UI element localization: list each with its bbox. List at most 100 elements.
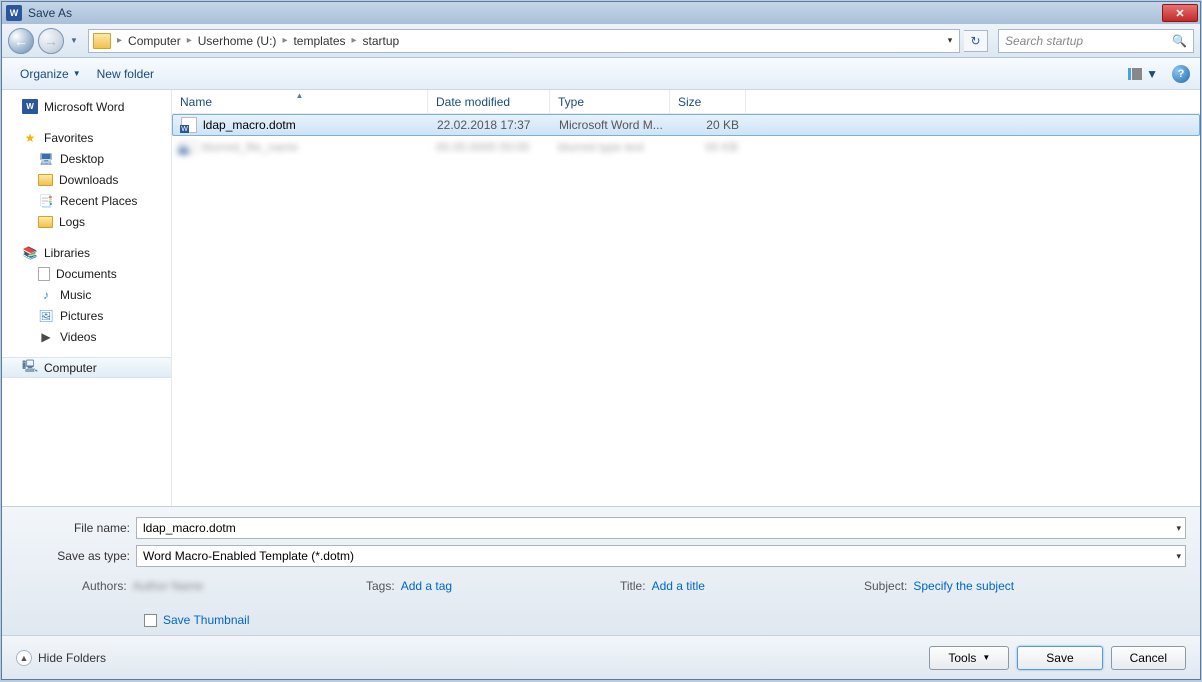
saveastype-label: Save as type: [16, 549, 130, 563]
filename-label: File name: [16, 521, 130, 535]
music-icon: ♪ [38, 287, 54, 302]
save-thumbnail-checkbox[interactable] [144, 614, 157, 627]
sidebar-item-music[interactable]: ♪ Music [2, 284, 171, 305]
search-placeholder: Search startup [1005, 34, 1172, 48]
sidebar-item-computer[interactable]: 🖳 Computer [2, 357, 171, 378]
saveastype-select[interactable]: Word Macro-Enabled Template (*.dotm) ▾ [136, 545, 1186, 567]
column-size[interactable]: Size [670, 90, 746, 113]
sidebar-item-recent[interactable]: 📑 Recent Places [2, 190, 171, 211]
filename-input[interactable]: ldap_macro.dotm ▾ [136, 517, 1186, 539]
new-folder-button[interactable]: New folder [89, 63, 162, 85]
word-app-icon: W [6, 5, 22, 21]
sidebar-item-desktop[interactable]: 🖥 Desktop [2, 148, 171, 169]
column-date[interactable]: Date modified [428, 90, 550, 113]
sidebar-item-videos[interactable]: ▶ Videos [2, 326, 171, 347]
save-button[interactable]: Save [1017, 646, 1102, 670]
close-button[interactable]: ✕ [1162, 4, 1198, 22]
chevron-right-icon[interactable]: ▸ [115, 35, 124, 46]
file-rows: ldap_macro.dotm 22.02.2018 17:37 Microso… [172, 114, 1200, 506]
sidebar-item-downloads[interactable]: Downloads [2, 169, 171, 190]
bottom-panel: File name: ldap_macro.dotm ▾ Save as typ… [2, 506, 1200, 635]
chevron-right-icon[interactable]: ▸ [350, 35, 359, 46]
authors-value[interactable]: Author Name [133, 579, 204, 593]
window-title: Save As [28, 6, 1162, 20]
dropdown-arrow-icon[interactable]: ▾ [1176, 551, 1181, 562]
hide-folders-button[interactable]: ▲ Hide Folders [16, 650, 106, 666]
sidebar-item-libraries[interactable]: 📚 Libraries [2, 242, 171, 263]
pictures-icon: 🖼 [38, 308, 54, 323]
file-size: 20 KB [671, 118, 747, 132]
folder-icon [93, 33, 111, 49]
sidebar-item-logs[interactable]: Logs [2, 211, 171, 232]
search-input[interactable]: Search startup 🔍 [998, 29, 1194, 53]
search-icon: 🔍 [1172, 34, 1187, 48]
dropdown-arrow-icon: ▼ [73, 69, 81, 78]
cancel-button[interactable]: Cancel [1111, 646, 1186, 670]
tags-value[interactable]: Add a tag [401, 579, 452, 593]
breadcrumb-startup[interactable]: startup [359, 34, 404, 48]
desktop-icon: 🖥 [38, 151, 54, 166]
libraries-icon: 📚 [22, 245, 38, 260]
folder-icon [38, 216, 53, 228]
sidebar-item-favorites[interactable]: ★ Favorites [2, 127, 171, 148]
subject-value[interactable]: Specify the subject [913, 579, 1014, 593]
history-dropdown[interactable]: ▼ [68, 28, 80, 54]
document-icon [38, 267, 50, 281]
authors-label: Authors: [82, 579, 127, 593]
star-icon: ★ [22, 130, 38, 145]
videos-icon: ▶ [38, 329, 54, 344]
breadcrumb-dropdown[interactable]: ▾ [941, 35, 959, 46]
tags-label: Tags: [366, 579, 395, 593]
dropdown-arrow-icon[interactable]: ▾ [1176, 523, 1181, 534]
breadcrumb-templates[interactable]: templates [289, 34, 349, 48]
toolbar: Organize ▼ New folder ▼ ? [2, 58, 1200, 90]
title-label: Title: [620, 579, 646, 593]
column-headers: Name ▲ Date modified Type Size [172, 90, 1200, 114]
file-date: 22.02.2018 17:37 [429, 118, 551, 132]
word-template-icon [181, 117, 197, 133]
word-template-icon [180, 139, 196, 155]
navigation-bar: ← → ▼ ▸ Computer ▸ Userhome (U:) ▸ templ… [2, 24, 1200, 58]
title-value[interactable]: Add a title [652, 579, 705, 593]
tools-button[interactable]: Tools ▼ [929, 646, 1009, 670]
organize-button[interactable]: Organize ▼ [12, 63, 89, 85]
file-size: 00 KB [670, 140, 746, 154]
breadcrumb-computer[interactable]: Computer [124, 34, 185, 48]
file-row[interactable]: blurred_file_name 00.00.0000 00:00 blurr… [172, 136, 1200, 158]
computer-icon: 🖳 [22, 360, 38, 375]
dropdown-arrow-icon: ▼ [1146, 67, 1158, 81]
file-name: blurred_file_name [202, 140, 298, 154]
back-button[interactable]: ← [8, 28, 34, 54]
sidebar-item-word[interactable]: W Microsoft Word [2, 96, 171, 117]
breadcrumb-userhome[interactable]: Userhome (U:) [194, 34, 281, 48]
folder-icon [38, 174, 53, 186]
chevron-right-icon[interactable]: ▸ [185, 35, 194, 46]
file-list: Name ▲ Date modified Type Size ldap_macr… [172, 90, 1200, 506]
save-as-dialog: W Save As ✕ ← → ▼ ▸ Computer ▸ Userhome … [1, 1, 1201, 680]
view-icon [1128, 68, 1142, 80]
main-area: W Microsoft Word ★ Favorites 🖥 Desktop D… [2, 90, 1200, 506]
refresh-button[interactable]: ↻ [964, 30, 988, 52]
save-thumbnail-label[interactable]: Save Thumbnail [163, 613, 250, 627]
breadcrumb-bar[interactable]: ▸ Computer ▸ Userhome (U:) ▸ templates ▸… [88, 29, 960, 53]
file-row[interactable]: ldap_macro.dotm 22.02.2018 17:37 Microso… [172, 114, 1200, 136]
column-type[interactable]: Type [550, 90, 670, 113]
recent-icon: 📑 [38, 193, 54, 208]
dropdown-arrow-icon: ▼ [982, 653, 990, 662]
column-name[interactable]: Name ▲ [172, 90, 428, 113]
navigation-sidebar: W Microsoft Word ★ Favorites 🖥 Desktop D… [2, 90, 172, 506]
sidebar-item-documents[interactable]: Documents [2, 263, 171, 284]
sidebar-item-pictures[interactable]: 🖼 Pictures [2, 305, 171, 326]
view-options-button[interactable]: ▼ [1122, 63, 1164, 85]
file-date: 00.00.0000 00:00 [428, 140, 550, 154]
sort-ascending-icon: ▲ [296, 91, 304, 100]
word-icon: W [22, 99, 38, 114]
forward-button[interactable]: → [38, 28, 64, 54]
file-name: ldap_macro.dotm [203, 118, 296, 132]
file-type: blurred type text [550, 140, 670, 154]
help-button[interactable]: ? [1172, 65, 1190, 83]
chevron-right-icon[interactable]: ▸ [280, 35, 289, 46]
collapse-icon: ▲ [16, 650, 32, 666]
subject-label: Subject: [864, 579, 907, 593]
footer: ▲ Hide Folders Tools ▼ Save Cancel [2, 635, 1200, 679]
